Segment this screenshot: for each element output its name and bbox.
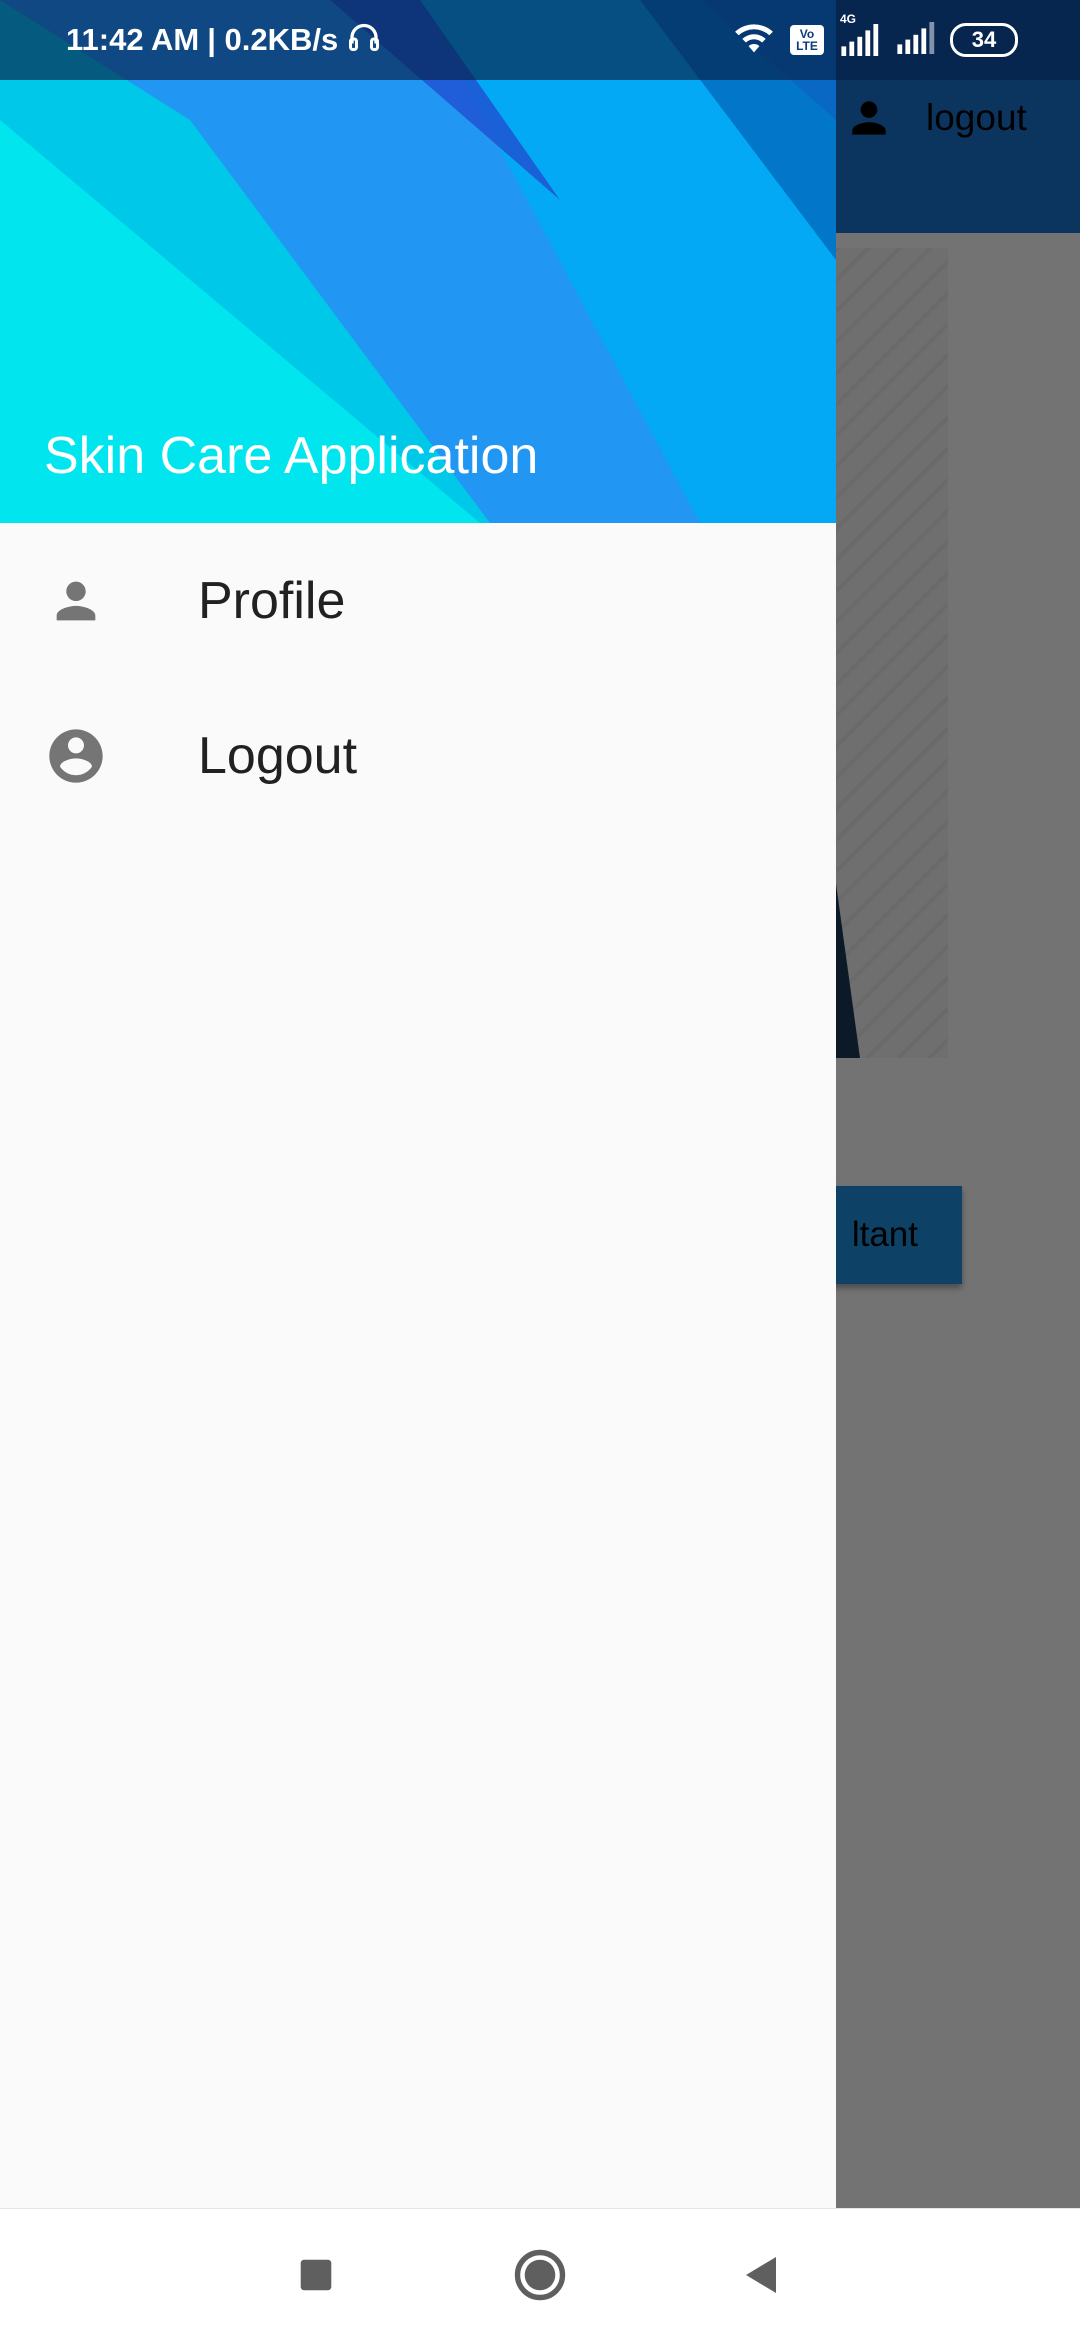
network-type-label: 4G (840, 12, 857, 26)
drawer-title: Skin Care Application (44, 427, 539, 485)
drawer-item-label: Profile (198, 571, 346, 630)
status-time: 11:42 AM (66, 22, 200, 57)
volte-icon: Vo LTE (790, 25, 824, 55)
drawer-item-logout[interactable]: Logout (0, 678, 836, 833)
recents-square-icon[interactable] (280, 2239, 352, 2311)
account-circle-icon (40, 720, 112, 792)
status-right: Vo LTE 4G 34 (732, 0, 1018, 80)
drawer-menu: Profile Logout (0, 523, 836, 833)
home-circle-icon[interactable] (504, 2239, 576, 2311)
person-icon (40, 565, 112, 637)
back-triangle-icon[interactable] (726, 2239, 798, 2311)
wifi-icon (732, 20, 776, 61)
drawer-item-label: Logout (198, 726, 358, 785)
battery-icon: 34 (950, 23, 1018, 57)
status-left: 11:42 AM | 0.2KB/s (66, 0, 382, 80)
signal-icon: 4G (838, 12, 880, 56)
drawer-item-profile[interactable]: Profile (0, 523, 836, 678)
status-network-speed: | 0.2KB/s (207, 22, 339, 57)
battery-level: 34 (971, 27, 997, 52)
status-bar: 11:42 AM | 0.2KB/s Vo LTE 4G 34 (0, 0, 1080, 80)
navigation-drawer: Skin Care Application Profile Logout (0, 0, 836, 2208)
system-navigation-bar (0, 2208, 1080, 2340)
headphones-icon (346, 18, 382, 62)
signal-icon (894, 21, 936, 59)
